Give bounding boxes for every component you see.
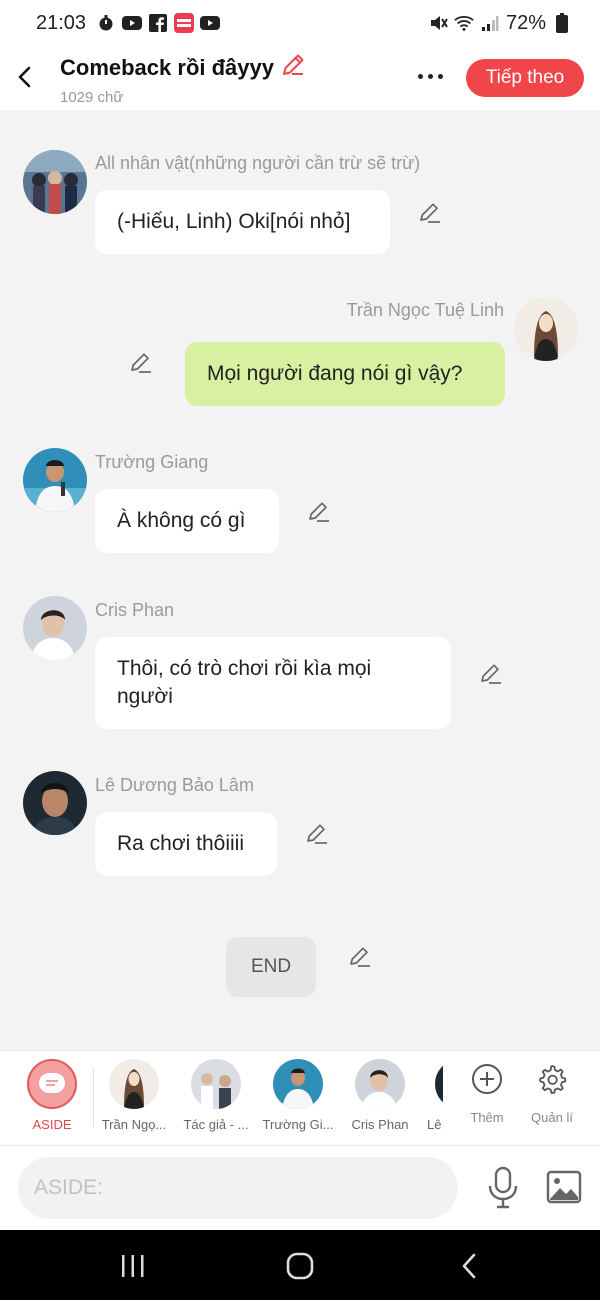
avatar-tran-ngoc-tue-linh[interactable] [514, 297, 578, 361]
back-nav-button[interactable] [455, 1252, 483, 1280]
edit-end-icon[interactable] [348, 945, 372, 969]
sender-name: Trường Giang [95, 452, 209, 472]
divider [93, 1069, 94, 1127]
image-icon [546, 1170, 582, 1204]
back-button[interactable] [12, 62, 36, 92]
sender-name: Lê Dương Bảo Lâm [95, 775, 254, 795]
title-block: Comeback rồi đâyyy 1029 chữ [60, 52, 306, 106]
status-time: 21:03 [36, 11, 87, 34]
battery-percent: 72% [505, 11, 546, 34]
edit-message-icon[interactable] [305, 822, 329, 846]
manage-label: Quản lí [531, 1110, 573, 1125]
character-cris-phan[interactable]: Cris Phan [341, 1059, 419, 1132]
notification-icons [96, 13, 221, 33]
edit-message-icon[interactable] [479, 662, 503, 686]
mute-icon [428, 13, 448, 33]
sender-name: Trần Ngọc Tuệ Linh [346, 300, 504, 320]
add-label: Thêm [470, 1110, 504, 1125]
avatar [435, 1059, 443, 1109]
signal-icon [480, 13, 500, 33]
sender-name: All nhân vật(những người cần trừ sẽ trừ) [95, 153, 421, 173]
avatar-cris-phan[interactable] [23, 596, 87, 660]
edit-title-icon[interactable] [280, 52, 306, 83]
status-bar: 21:03 72% [0, 0, 600, 46]
manage-characters-button[interactable]: Quản lí [522, 1063, 582, 1125]
character-label: Lê [427, 1117, 442, 1132]
edit-message-icon[interactable] [307, 500, 331, 524]
battery-icon [552, 13, 572, 33]
message-bubble[interactable]: Mọi người đang nói gì vậy? [185, 342, 505, 406]
character-truong-giang[interactable]: Trường Gi... [259, 1059, 337, 1132]
dot [437, 73, 443, 79]
character-label: Cris Phan [351, 1117, 409, 1132]
system-status: 72% [428, 12, 572, 35]
facebook-icon [148, 13, 168, 33]
recent-apps-button[interactable] [119, 1252, 147, 1280]
chevron-left-icon [18, 66, 31, 88]
character-label: Trần Ngọ... [101, 1117, 167, 1132]
character-tac-gia[interactable]: Tác giả - ... [177, 1059, 255, 1132]
plus-circle-icon [472, 1064, 502, 1094]
dot [427, 73, 433, 79]
avatar [191, 1059, 241, 1109]
input-bar [0, 1146, 600, 1230]
character-label: ASIDE [32, 1117, 72, 1132]
character-tran-ngoc-tue-linh[interactable]: Trần Ngọ... [95, 1059, 173, 1132]
dot [417, 73, 423, 79]
avatar [355, 1059, 405, 1109]
gear-icon [539, 1065, 567, 1094]
character-label: Trường Gi... [262, 1117, 334, 1132]
avatar [273, 1059, 323, 1109]
character-aside[interactable]: ASIDE [13, 1059, 91, 1132]
more-options-button[interactable] [412, 64, 448, 88]
message-bubble[interactable]: (-Hiếu, Linh) Oki[nói nhỏ] [95, 190, 390, 254]
avatar-all-characters[interactable] [23, 150, 87, 214]
insert-image-button[interactable] [546, 1170, 582, 1204]
message-bubble[interactable]: Thôi, có trò chơi rồi kìa mọi người [95, 637, 451, 729]
edit-message-icon[interactable] [418, 201, 442, 225]
character-bar: ASIDE Trần Ngọ... Tác giả - ... Trường G… [0, 1050, 600, 1146]
chapter-header: Comeback rồi đâyyy 1029 chữ Tiếp theo [0, 46, 600, 110]
youtube-icon [200, 13, 221, 33]
chat-area[interactable]: All nhân vật(những người cần trừ sẽ trừ)… [0, 110, 600, 1050]
microphone-button[interactable] [486, 1166, 520, 1210]
system-nav-bar [0, 1230, 600, 1300]
aside-icon [27, 1059, 77, 1109]
message-bubble[interactable]: Ra chơi thôiiii [95, 812, 277, 876]
wifi-icon [454, 13, 474, 33]
message-bubble[interactable]: À không có gì [95, 489, 279, 553]
add-character-button[interactable]: Thêm [457, 1063, 517, 1125]
edit-message-icon[interactable] [129, 351, 153, 375]
next-button[interactable]: Tiếp theo [466, 59, 584, 97]
back-icon [462, 1253, 476, 1279]
word-count: 1029 chữ [60, 89, 124, 106]
avatar-le-duong-bao-lam[interactable] [23, 771, 87, 835]
chapter-title[interactable]: Comeback rồi đâyyy [60, 55, 274, 81]
avatar [109, 1059, 159, 1109]
microphone-icon [488, 1166, 518, 1209]
timer-icon [96, 13, 116, 33]
recent-apps-icon [122, 1255, 144, 1277]
sender-name: Cris Phan [95, 600, 175, 620]
home-button[interactable] [286, 1252, 314, 1280]
aside-input[interactable] [18, 1157, 458, 1219]
avatar-truong-giang[interactable] [23, 448, 87, 512]
end-marker[interactable]: END [226, 937, 316, 997]
character-le-duong-bao-lam[interactable]: Lê [423, 1059, 443, 1132]
home-icon [286, 1252, 314, 1280]
character-label: Tác giả - ... [183, 1117, 249, 1132]
youtube-icon [122, 13, 143, 33]
mangatoon-icon [174, 13, 195, 33]
